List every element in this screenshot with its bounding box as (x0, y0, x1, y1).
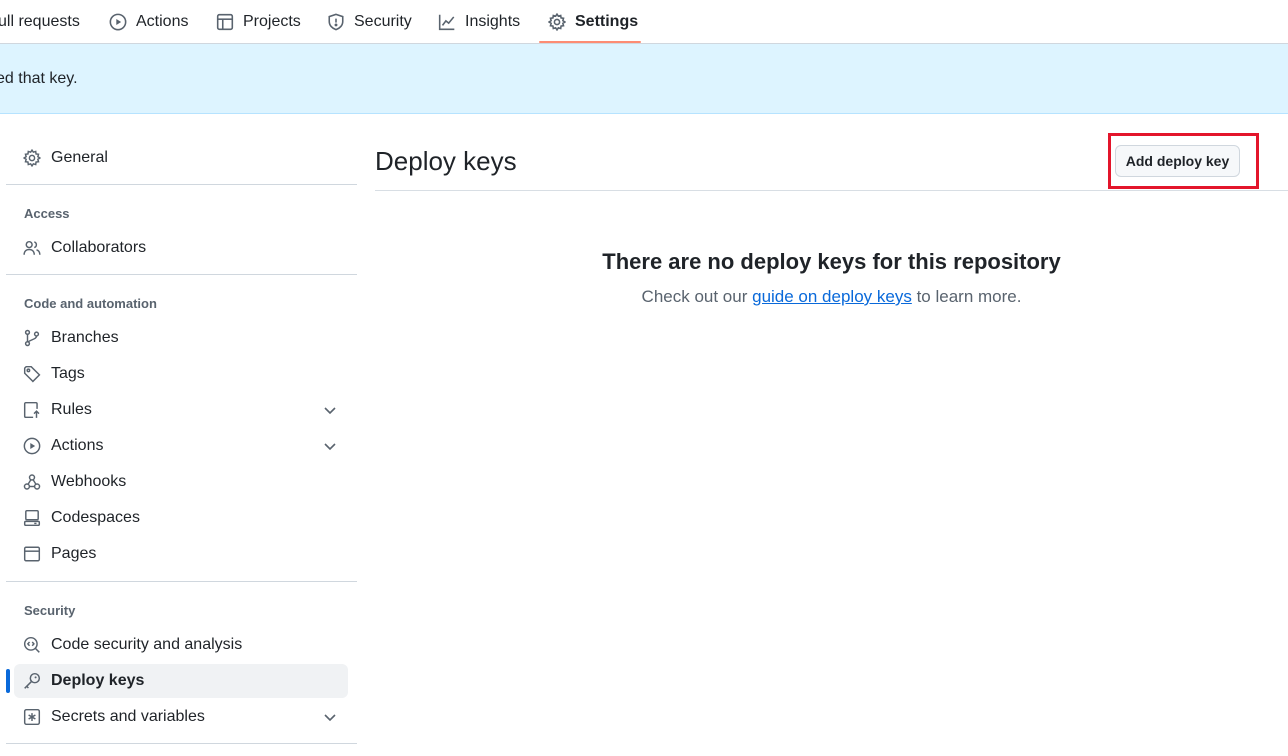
sidebar-item-code-security[interactable]: Code security and analysis (14, 628, 348, 662)
shield-icon (328, 13, 344, 31)
tab-label: Insights (465, 13, 521, 30)
page-title: Deploy keys (375, 146, 517, 176)
key-icon (24, 672, 41, 689)
sidebar-item-collaborators[interactable]: Collaborators (14, 231, 348, 265)
title-divider (375, 190, 1288, 191)
browser-icon (23, 546, 41, 562)
tag-icon (23, 365, 41, 383)
active-indicator (6, 669, 10, 693)
sidebar-item-rules[interactable]: Rules (14, 393, 348, 427)
chevron-down-icon[interactable] (322, 438, 338, 454)
sidebar-item-tags[interactable]: Tags (14, 357, 348, 391)
tab-settings[interactable]: Settings (548, 0, 638, 44)
sidebar-item-label: Branches (51, 329, 119, 346)
group-heading-access: Access (24, 206, 70, 221)
tab-label: Projects (243, 13, 301, 30)
sidebar-item-deploy-keys[interactable]: Deploy keys (14, 664, 348, 698)
tab-pull-requests[interactable]: ull requests (0, 0, 80, 44)
sidebar-item-actions[interactable]: Actions (14, 429, 348, 463)
sidebar-item-label: Pages (51, 545, 97, 562)
tab-actions[interactable]: Actions (109, 0, 188, 44)
guide-link[interactable]: guide on deploy keys (752, 287, 912, 306)
blankslate-text-after: to learn more. (911, 287, 1022, 306)
rules-icon (23, 401, 40, 419)
sidebar-item-label: Collaborators (51, 239, 147, 256)
sidebar-divider (6, 743, 357, 744)
flash-banner: ed that key. (0, 44, 1288, 114)
sidebar-item-webhooks[interactable]: Webhooks (14, 465, 348, 499)
group-heading-security: Security (24, 603, 76, 618)
sidebar-divider (6, 274, 357, 275)
repo-nav: ull requests Actions Projects Security I… (0, 0, 1288, 44)
play-icon (109, 13, 127, 31)
chevron-down-icon[interactable] (322, 402, 338, 418)
tab-projects[interactable]: Projects (216, 0, 301, 44)
blankslate-title: There are no deploy keys for this reposi… (602, 249, 1061, 274)
sidebar-item-label: Code security and analysis (51, 636, 243, 653)
branch-icon (24, 329, 40, 347)
sidebar-item-general[interactable]: General (14, 141, 348, 175)
sidebar-item-codespaces[interactable]: Codespaces (14, 501, 348, 535)
tab-label: Actions (136, 13, 189, 30)
play-icon (23, 437, 41, 455)
people-icon (23, 240, 41, 255)
sidebar-item-label: Codespaces (51, 509, 140, 526)
tab-label: Settings (575, 13, 639, 30)
chevron-down-icon[interactable] (322, 709, 338, 725)
sidebar-item-label: Webhooks (51, 473, 127, 490)
sidebar-item-secrets[interactable]: Secrets and variables (14, 700, 348, 734)
gear-icon (548, 13, 566, 31)
blankslate-description: Check out our guide on deploy keys to le… (375, 287, 1288, 307)
group-heading-code-automation: Code and automation (24, 296, 157, 311)
sidebar-item-label: Actions (51, 437, 104, 454)
sidebar-divider (6, 184, 357, 185)
blankslate-text-before: Check out our (641, 287, 753, 306)
webhook-icon (23, 474, 41, 490)
graph-icon (438, 14, 455, 31)
sidebar-item-label: Tags (51, 365, 85, 382)
tab-security[interactable]: Security (327, 0, 412, 44)
flash-message: ed that key. (0, 70, 78, 87)
codespaces-icon (23, 509, 41, 527)
gear-icon (23, 149, 41, 167)
asterisk-icon (23, 708, 41, 726)
codescan-icon (23, 636, 40, 653)
sidebar-item-label: Secrets and variables (51, 708, 205, 725)
tab-label: ull requests (0, 13, 80, 30)
sidebar-item-label: Rules (51, 401, 92, 418)
table-icon (216, 13, 234, 31)
sidebar-item-branches[interactable]: Branches (14, 321, 348, 355)
sidebar-item-label: General (51, 149, 108, 166)
highlight-box (1108, 133, 1259, 189)
tab-label: Security (354, 13, 412, 30)
sidebar-item-label: Deploy keys (51, 672, 145, 689)
sidebar-divider (6, 581, 357, 582)
selected-tab-underline (539, 41, 641, 43)
settings-sidebar: General Access Collaborators Code and au… (0, 114, 360, 756)
tab-insights[interactable]: Insights (438, 0, 520, 44)
sidebar-item-pages[interactable]: Pages (14, 537, 348, 571)
